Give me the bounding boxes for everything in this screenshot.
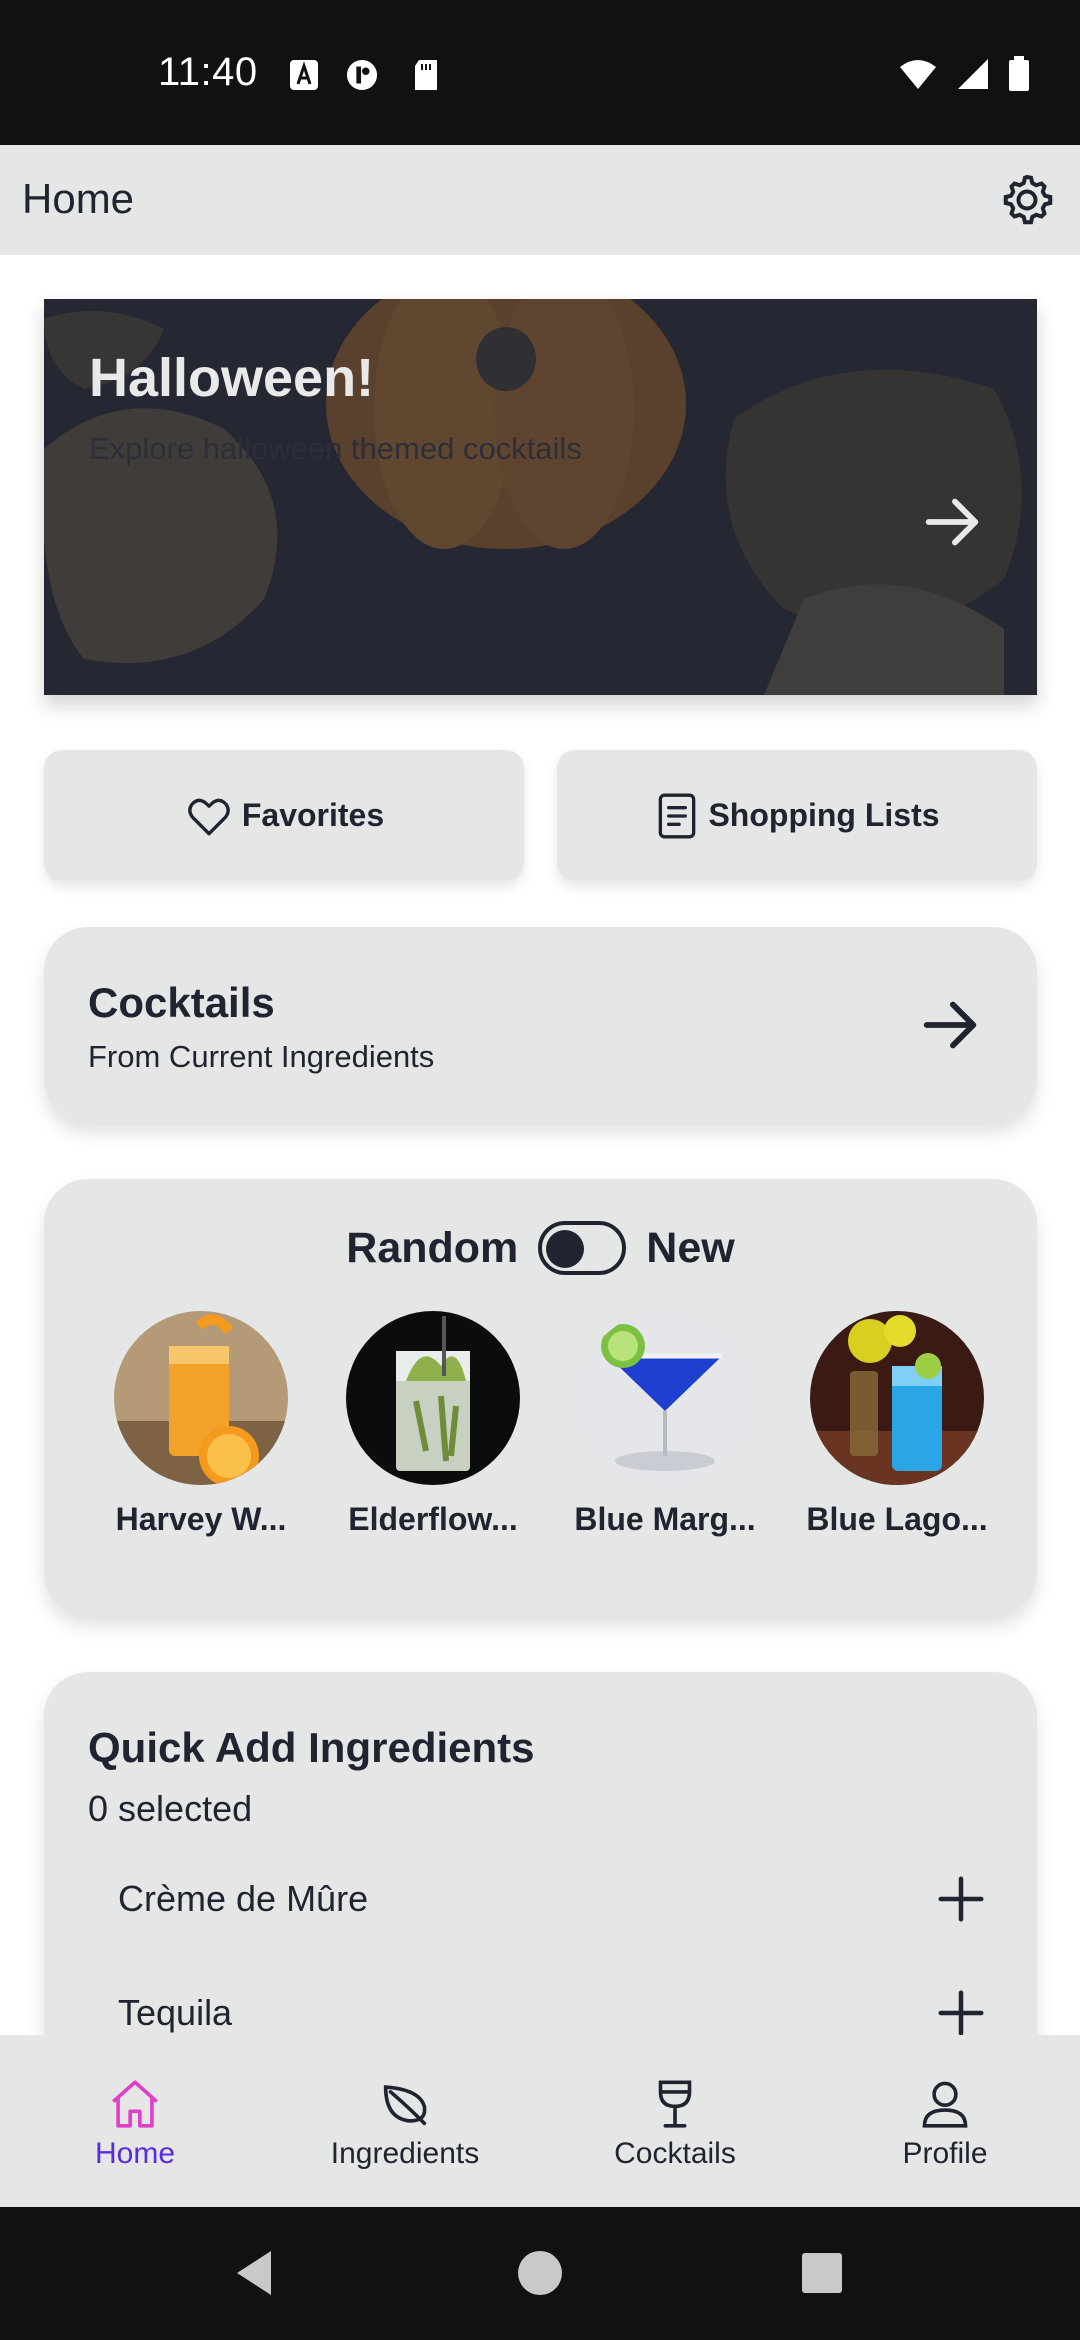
battery-icon — [1009, 56, 1029, 91]
arrow-right-icon — [923, 1001, 977, 1049]
nav-profile[interactable]: Profile — [810, 2035, 1080, 2207]
hero-title: Halloween! — [89, 348, 375, 408]
nav-ingredients[interactable]: Ingredients — [270, 2035, 540, 2207]
page-title: Home — [22, 175, 135, 222]
status-bar: 11:40 — [0, 0, 1080, 145]
cocktails-from-ingredients-card[interactable]: Cocktails From Current Ingredients — [44, 927, 1037, 1123]
cocktails-card-subtitle: From Current Ingredients — [88, 1039, 435, 1074]
drink-name: Blue Marg... — [574, 1501, 756, 1537]
favorites-label: Favorites — [241, 797, 385, 833]
nav-label: Cocktails — [614, 2137, 736, 2170]
shopping-lists-button[interactable]: Shopping Lists — [557, 750, 1037, 881]
random-label: Random — [346, 1223, 519, 1272]
random-new-toggle[interactable] — [538, 1221, 627, 1275]
drink-image-harvey — [114, 1311, 288, 1485]
heart-icon — [188, 798, 230, 835]
drink-image-blue-lagoon — [810, 1311, 984, 1485]
wifi-icon — [900, 60, 936, 89]
recents-icon[interactable] — [792, 2243, 852, 2303]
ingredient-name: Tequila — [118, 1992, 233, 2033]
home-icon — [112, 2080, 158, 2128]
arrow-right-icon — [925, 498, 979, 546]
status-time: 11:40 — [158, 50, 258, 94]
drink-name: Harvey W... — [115, 1501, 287, 1537]
gear-icon — [1003, 174, 1053, 225]
home-circle-icon[interactable] — [510, 2243, 570, 2303]
drink-name: Blue Lago... — [806, 1501, 988, 1537]
drink-name: Elderflow... — [348, 1501, 518, 1537]
nav-label: Profile — [902, 2137, 988, 2170]
hero-subtitle: Explore halloween themed cocktails — [89, 431, 582, 466]
leaf-icon — [383, 2085, 427, 2126]
nav-cocktails[interactable]: Cocktails — [540, 2035, 810, 2207]
status-indicators — [898, 56, 1030, 92]
ingredient-row[interactable]: Crème de Mûre — [118, 1872, 988, 1926]
system-navigation-bar — [0, 2207, 1080, 2340]
plus-icon[interactable] — [934, 1872, 988, 1926]
favorites-button[interactable]: Favorites — [44, 750, 524, 881]
list-document-icon — [659, 793, 696, 838]
halloween-banner[interactable]: Halloween! Explore halloween themed cock… — [44, 299, 1037, 695]
drink-item[interactable]: Blue Lago... — [806, 1311, 988, 1538]
cocktails-card-title: Cocktails — [88, 979, 275, 1026]
cocktail-glass-icon — [658, 2080, 692, 2128]
notification-app-icon — [346, 59, 378, 91]
person-icon — [922, 2081, 968, 2128]
new-label: New — [646, 1223, 735, 1272]
plus-icon[interactable] — [934, 1986, 988, 2040]
drink-item[interactable]: Harvey W... — [114, 1311, 288, 1538]
nav-label: Home — [94, 2137, 176, 2170]
drink-image-blue-margarita — [578, 1311, 752, 1485]
drink-image-elderflower — [346, 1311, 520, 1485]
random-new-card: Random New Harvey W... Elderflow... Blue… — [44, 1179, 1037, 1616]
bottom-navigation: Home Ingredients Cocktails Profile — [0, 2035, 1080, 2207]
app-bar: Home — [0, 145, 1080, 255]
sd-card-icon — [415, 60, 437, 90]
toggle-knob — [546, 1230, 585, 1268]
ingredient-row[interactable]: Tequila — [118, 1986, 988, 2040]
drink-item[interactable]: Blue Marg... — [574, 1311, 756, 1538]
notification-a-icon — [290, 60, 318, 90]
nav-home[interactable]: Home — [0, 2035, 270, 2207]
ingredient-name: Crème de Mûre — [118, 1878, 369, 1919]
selected-count: 0 selected — [88, 1788, 253, 1829]
shopping-lists-label: Shopping Lists — [708, 797, 940, 833]
nav-label: Ingredients — [330, 2137, 480, 2170]
quick-add-title: Quick Add Ingredients — [88, 1724, 535, 1771]
cellular-signal-icon — [958, 59, 988, 89]
back-icon[interactable] — [227, 2243, 287, 2303]
settings-button[interactable] — [994, 167, 1060, 233]
random-new-toggle-row: Random New — [44, 1221, 1037, 1275]
drink-carousel: Harvey W... Elderflow... Blue Marg... Bl… — [114, 1311, 988, 1538]
drink-item[interactable]: Elderflow... — [346, 1311, 520, 1538]
